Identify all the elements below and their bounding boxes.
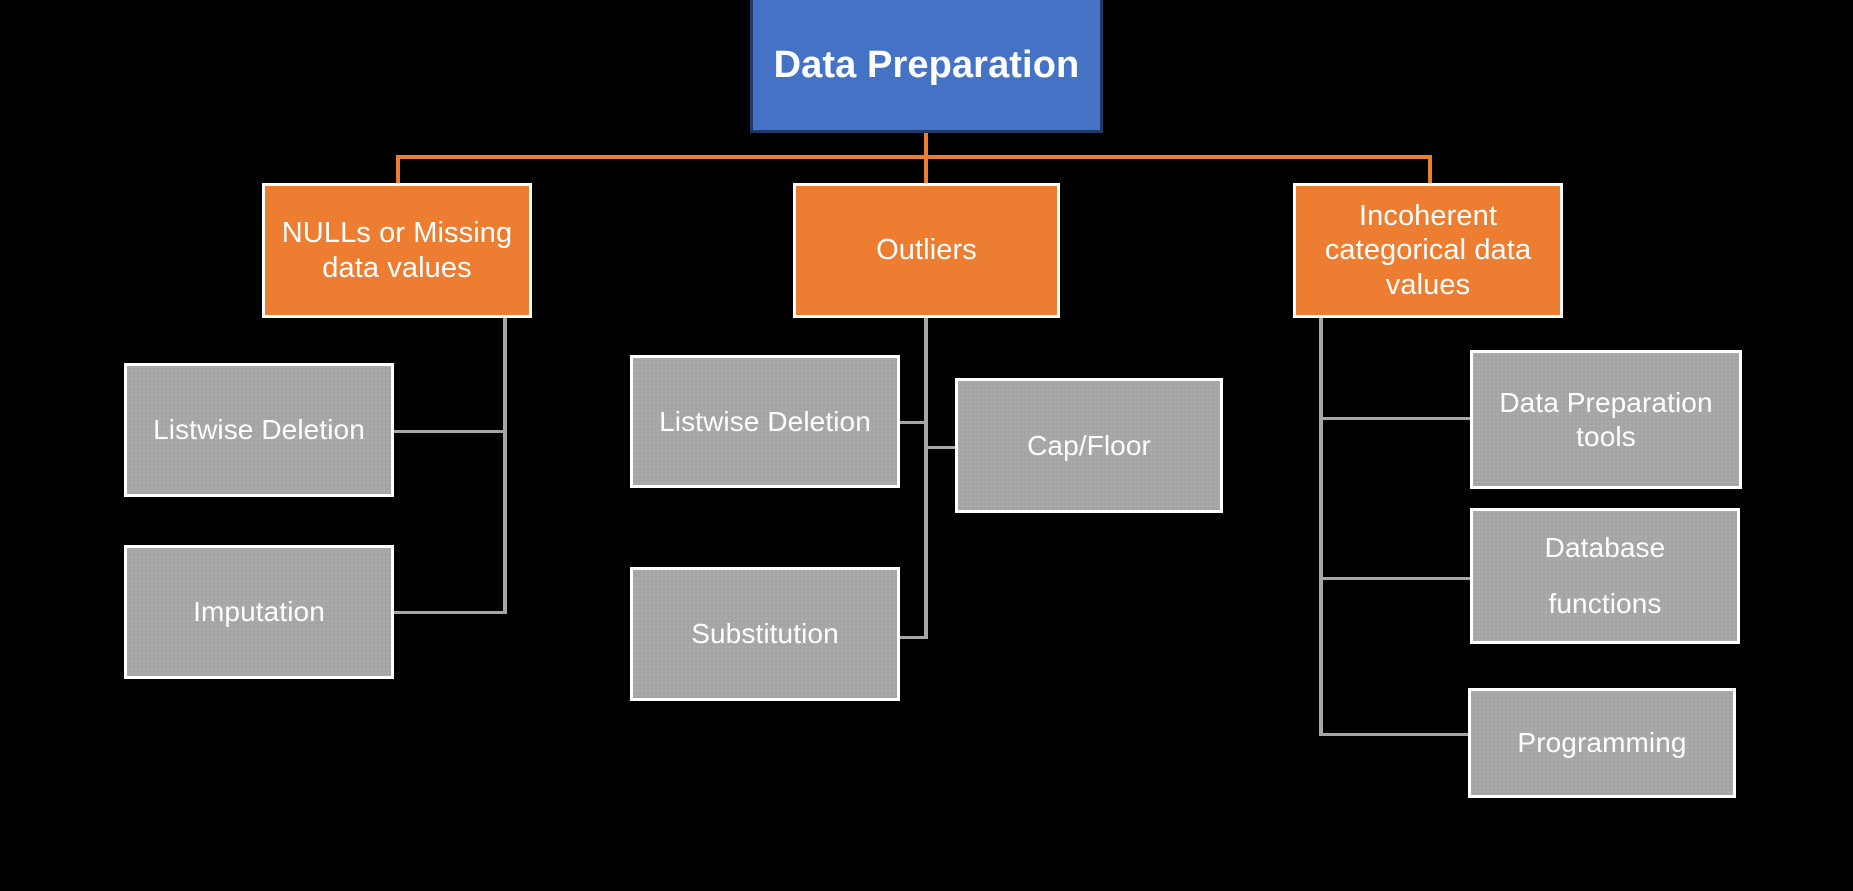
- node-data-preparation[interactable]: Data Preparation: [750, 0, 1103, 133]
- node-outliers-cap-floor[interactable]: Cap/Floor: [955, 378, 1223, 513]
- node-incoherent-database-functions[interactable]: Database functions: [1470, 508, 1740, 644]
- node-outliers-substitution[interactable]: Substitution: [630, 567, 900, 701]
- node-incoherent-programming[interactable]: Programming: [1468, 688, 1736, 798]
- connector-nulls-to-imputation: [392, 611, 507, 614]
- connector-incoherent-to-database-functions: [1319, 577, 1473, 580]
- connector-outliers-to-listwise-deletion: [898, 421, 928, 424]
- connector-root-to-outliers: [924, 155, 928, 185]
- connector-incoherent-to-data-prep-tools: [1319, 417, 1473, 420]
- connector-nulls-spine: [503, 318, 507, 614]
- connector-root-bus: [396, 155, 1432, 159]
- node-outliers[interactable]: Outliers: [793, 183, 1060, 318]
- node-nulls-listwise-deletion[interactable]: Listwise Deletion: [124, 363, 394, 497]
- connector-root-to-nulls: [396, 155, 400, 185]
- node-incoherent-data-preparation-tools[interactable]: Data Preparation tools: [1470, 350, 1742, 489]
- connector-nulls-to-listwise-deletion: [392, 430, 507, 433]
- node-nulls-imputation[interactable]: Imputation: [124, 545, 394, 679]
- connector-incoherent-spine: [1319, 318, 1323, 736]
- node-outliers-listwise-deletion[interactable]: Listwise Deletion: [630, 355, 900, 488]
- connector-root-to-incoherent: [1428, 155, 1432, 185]
- node-nulls-or-missing-data-values[interactable]: NULLs or Missing data values: [262, 183, 532, 318]
- diagram-canvas: Data Preparation NULLs or Missing data v…: [0, 0, 1853, 891]
- node-incoherent-categorical-data-values[interactable]: Incoherent categorical data values: [1293, 183, 1563, 318]
- connector-outliers-spine: [924, 318, 928, 639]
- connector-outliers-to-substitution: [898, 636, 928, 639]
- connector-incoherent-to-programming: [1319, 733, 1469, 736]
